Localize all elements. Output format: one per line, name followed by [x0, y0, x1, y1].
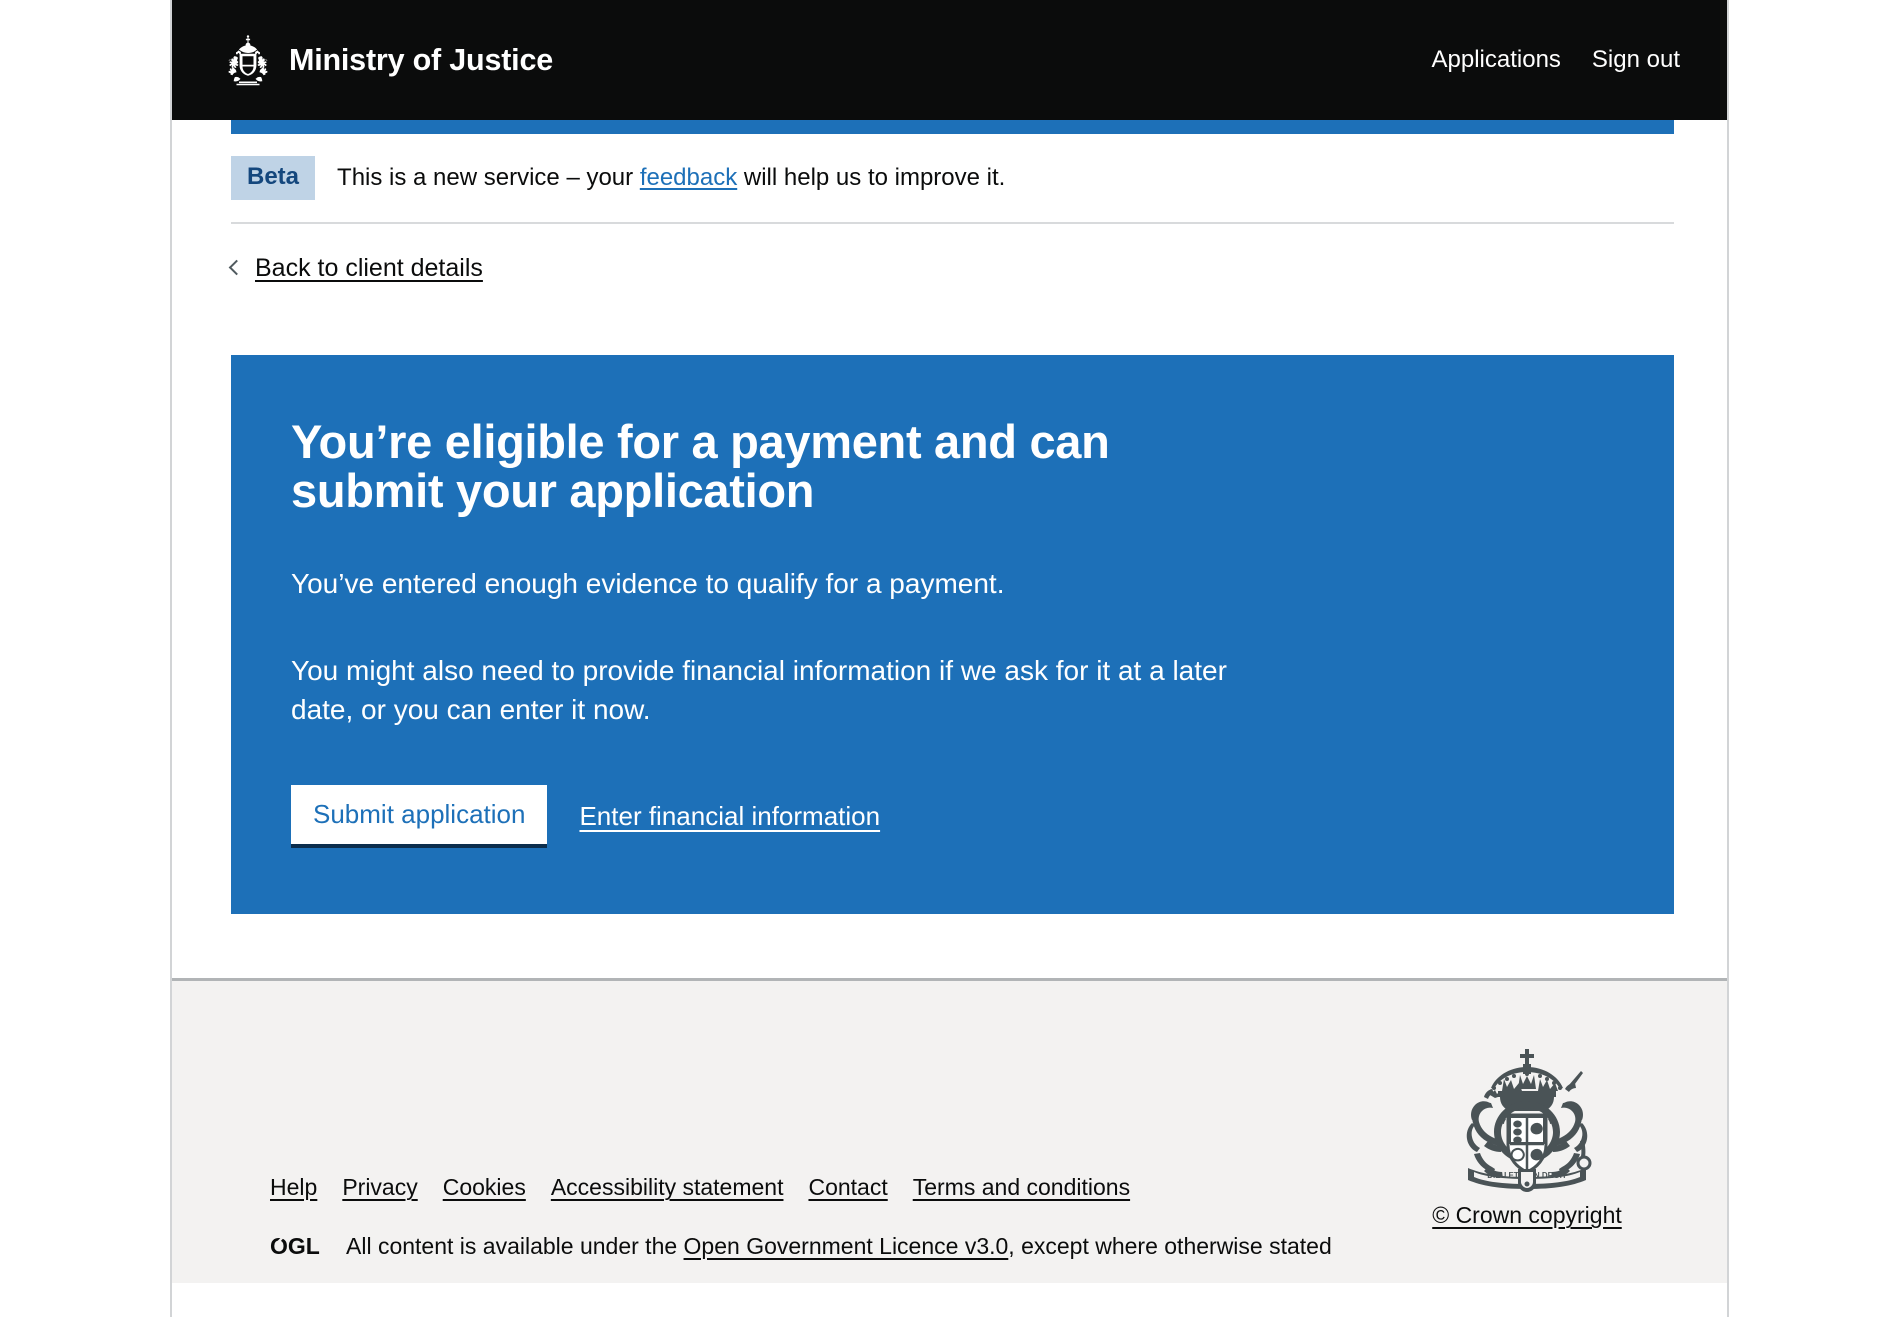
- phase-tag-beta: Beta: [231, 156, 316, 200]
- royal-coat-of-arms-icon: DIEU ET MON DROIT: [1466, 1049, 1592, 1193]
- screenshot-viewport: Ministry of Justice Applications Sign ou…: [0, 0, 1899, 1317]
- licence-text: All content is available under the Open …: [346, 1233, 1332, 1260]
- blue-accent-strip: [231, 120, 1674, 134]
- back-link-row: Back to client details: [228, 224, 1674, 283]
- royal-crest-icon: [228, 35, 268, 86]
- crown-copyright-link[interactable]: © Crown copyright: [1432, 1202, 1622, 1229]
- footer-link-cookies[interactable]: Cookies: [443, 1174, 526, 1201]
- crown-copyright-block: DIEU ET MON DROIT © Crown copyright: [1427, 1045, 1627, 1229]
- ogl-logo-text: OGL: [270, 1234, 320, 1259]
- site-footer: Help Privacy Cookies Accessibility state…: [172, 978, 1727, 1284]
- content-bottom-spacer: [231, 914, 1674, 978]
- browser-page: Ministry of Justice Applications Sign ou…: [170, 0, 1729, 1317]
- back-to-client-details-link[interactable]: Back to client details: [228, 254, 483, 283]
- footer-link-privacy[interactable]: Privacy: [342, 1174, 417, 1201]
- eligibility-panel: You’re eligible for a payment and can su…: [231, 355, 1674, 915]
- accent-strip-wrapper: [172, 120, 1727, 134]
- phase-text-after: will help us to improve it.: [737, 164, 1006, 191]
- ogl-logo-icon: OGL: [270, 1234, 320, 1259]
- back-link-label: Back to client details: [255, 254, 483, 282]
- footer-link-contact[interactable]: Contact: [808, 1174, 887, 1201]
- footer-licence-row: OGL All content is available under the O…: [270, 1233, 1332, 1260]
- site-header: Ministry of Justice Applications Sign ou…: [172, 0, 1727, 120]
- page-container: Beta This is a new service – your feedba…: [228, 134, 1674, 978]
- open-government-licence-link[interactable]: Open Government Licence v3.0: [684, 1233, 1009, 1259]
- phase-banner: Beta This is a new service – your feedba…: [231, 134, 1674, 224]
- panel-paragraph-1: You’ve entered enough evidence to qualif…: [291, 567, 1005, 599]
- panel-actions: Submit application Enter financial infor…: [291, 785, 1614, 849]
- nav-link-sign-out[interactable]: Sign out: [1592, 46, 1680, 74]
- panel-heading: You’re eligible for a payment and can su…: [291, 415, 1110, 518]
- panel-paragraph-2: You might also need to provide financial…: [291, 654, 1227, 726]
- licence-text-after: , except where otherwise stated: [1008, 1233, 1332, 1260]
- chevron-left-icon: [228, 259, 245, 276]
- brand-title: Ministry of Justice: [289, 42, 553, 77]
- enter-financial-information-link[interactable]: Enter financial information: [579, 801, 880, 832]
- phase-banner-text: This is a new service – your feedback wi…: [337, 164, 1005, 192]
- footer-link-help[interactable]: Help: [270, 1174, 317, 1201]
- phase-text-before: This is a new service – your: [337, 164, 640, 191]
- footer-links: Help Privacy Cookies Accessibility state…: [270, 1174, 1130, 1201]
- licence-text-before: All content is available under the: [346, 1233, 684, 1260]
- nav-link-applications[interactable]: Applications: [1432, 46, 1561, 74]
- brand-home-link[interactable]: Ministry of Justice: [225, 34, 553, 86]
- footer-link-accessibility-statement[interactable]: Accessibility statement: [551, 1174, 784, 1201]
- submit-application-button[interactable]: Submit application: [291, 785, 548, 849]
- footer-link-terms-and-conditions[interactable]: Terms and conditions: [913, 1174, 1130, 1201]
- feedback-link[interactable]: feedback: [640, 164, 737, 191]
- header-navigation: Applications Sign out: [1432, 46, 1681, 74]
- footer-inner: Help Privacy Cookies Accessibility state…: [231, 981, 1674, 1283]
